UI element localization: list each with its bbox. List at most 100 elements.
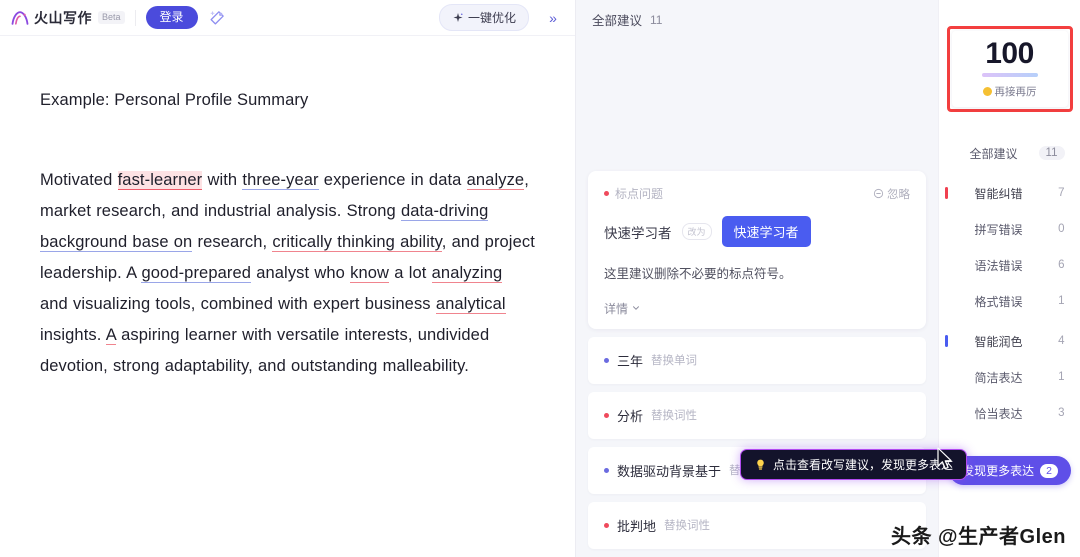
score-subtitle: 再接再厉 [994, 86, 1037, 98]
doc-text-run: Motivated [40, 170, 118, 189]
category-row[interactable]: 简洁表达 1 [939, 364, 1080, 390]
editor-toolbar: 火山写作 Beta 登录 一键优化 » [0, 0, 575, 36]
discover-more-button[interactable]: 发现更多表达 2 [949, 456, 1071, 485]
suggestion-row[interactable]: 分析 替换词性 [588, 391, 926, 439]
volcano-logo-icon [11, 10, 29, 25]
doc-text-run: a lot [389, 263, 432, 282]
category-row[interactable]: 智能润色 4 [939, 328, 1080, 354]
score-value: 100 [985, 37, 1034, 70]
app-root: 火山写作 Beta 登录 一键优化 » Example: Personal Pr… [0, 0, 1080, 557]
suggestion-row-tag: 替换单词 [651, 355, 698, 368]
suggestion-row[interactable]: 三年 替换单词 [588, 336, 926, 384]
hint-tooltip: 点击查看改写建议，发现更多表达 [740, 449, 968, 480]
hint-tooltip-text: 点击查看改写建议，发现更多表达 [773, 458, 954, 472]
card-details-label: 详情 [604, 301, 629, 316]
doc-text-run: research, [192, 232, 273, 251]
replace-arrow-badge: 改为 [681, 223, 712, 240]
category-label: 智能纠错 [974, 186, 1023, 201]
category-count: 3 [1058, 407, 1065, 419]
suggestions-header-label: 全部建议 [592, 14, 643, 28]
document-paragraph[interactable]: Motivated fast-learner with three-year e… [40, 165, 535, 382]
original-text: 快速学习者 [604, 225, 672, 241]
watermark: 头条 @生产者Glen [890, 526, 1066, 548]
doc-marked-error[interactable]: analyze [466, 170, 525, 190]
doc-text-run: insights. [40, 325, 106, 344]
category-row[interactable]: 格式错误 1 [939, 288, 1080, 314]
ignore-button[interactable]: 忽略 [873, 186, 910, 202]
minus-circle-icon [873, 188, 884, 199]
suggestion-row-word: 数据驱动背景基于 [617, 463, 722, 479]
error-dot-icon [604, 522, 609, 528]
collapse-panel-button[interactable]: » [541, 6, 565, 30]
one-click-optimize-button[interactable]: 一键优化 [438, 4, 529, 31]
magic-wand-icon[interactable] [206, 6, 230, 30]
error-dot-icon [604, 412, 609, 418]
doc-marked-error[interactable]: analyzing [431, 263, 503, 283]
toolbar-divider [134, 9, 136, 26]
category-label: 语法错误 [974, 258, 1023, 273]
doc-marked-polish[interactable]: three-year [242, 170, 319, 190]
suggestion-row[interactable]: 批判地 替换词性 [588, 501, 926, 549]
category-marker-red [944, 187, 948, 199]
suggestion-row-word: 分析 [617, 408, 644, 424]
document-body[interactable]: Example: Personal Profile Summary Motiva… [0, 36, 575, 557]
category-count: 11 [1038, 146, 1065, 160]
card-replacement-row: 快速学习者 改为 快速学习者 [604, 216, 910, 247]
magic-wand-glyph [210, 11, 224, 25]
chevron-down-icon [633, 306, 639, 310]
doc-text-run: and visualizing tools, combined with exp… [40, 294, 436, 313]
ignore-label: 忽略 [887, 188, 910, 201]
category-count: 1 [1058, 295, 1065, 307]
smiley-face-icon [982, 87, 992, 96]
category-count: 4 [1058, 335, 1065, 347]
score-card: 100 再接再厉 [951, 31, 1068, 107]
doc-marked-polish[interactable]: good-prepared [141, 263, 252, 283]
suggestion-row-word: 批判地 [617, 518, 657, 534]
doc-marked-error-highlight[interactable]: fast-learner [117, 170, 203, 190]
apply-replacement-button[interactable]: 快速学习者 [721, 216, 811, 247]
category-count: 6 [1058, 259, 1065, 271]
category-label: 全部建议 [969, 146, 1018, 161]
editor-pane: 火山写作 Beta 登录 一键优化 » Example: Personal Pr… [0, 0, 576, 557]
category-label: 智能润色 [974, 334, 1023, 349]
category-count: 7 [1058, 187, 1065, 199]
card-details-toggle[interactable]: 详情 [604, 300, 910, 317]
score-subtitle-row: 再接再厉 [982, 84, 1037, 99]
category-row[interactable]: 恰当表达 3 [939, 400, 1080, 426]
category-row[interactable]: 智能纠错 7 [939, 180, 1080, 206]
document-title: Example: Personal Profile Summary [40, 91, 309, 109]
app-logo-text: 火山写作 [34, 9, 92, 26]
discover-more-count: 2 [1040, 463, 1058, 478]
beta-badge: Beta [98, 10, 125, 25]
category-row[interactable]: 全部建议 11 [939, 140, 1080, 166]
category-row[interactable]: 拼写错误 0 [939, 216, 1080, 242]
polish-dot-icon [604, 467, 609, 473]
score-underline-decoration [981, 73, 1038, 77]
doc-text-run: analyst who [251, 263, 351, 282]
category-marker-blue [944, 335, 948, 347]
card-header: 标点问题 忽略 [604, 185, 910, 202]
doc-marked-error[interactable]: critically thinking ability [272, 232, 442, 252]
suggestion-row-tag: 替换词性 [651, 410, 698, 423]
category-count: 0 [1058, 223, 1065, 235]
lightbulb-icon [757, 459, 764, 470]
optimize-label: 一键优化 [467, 11, 516, 25]
sparkle-icon [453, 12, 463, 22]
suggestion-card-active[interactable]: 标点问题 忽略 快速学习者 改为 快速学习者 这里建议删除不必要的标点符号。 详… [588, 171, 926, 329]
doc-marked-error[interactable]: A [105, 325, 116, 345]
login-button[interactable]: 登录 [145, 6, 198, 29]
category-row[interactable]: 语法错误 6 [939, 252, 1080, 278]
doc-marked-error[interactable]: know [350, 263, 390, 283]
category-list: 全部建议 11 智能纠错 7 拼写错误 0 语法错误 6 格式错误 1 智能润色 4 简洁表达 1 恰当表达… [939, 140, 1080, 426]
score-highlight-box: 100 再接再厉 [946, 26, 1073, 112]
category-label: 格式错误 [974, 294, 1023, 309]
app-logo[interactable]: 火山写作 Beta [10, 8, 125, 28]
polish-dot-icon [604, 357, 609, 363]
card-type: 标点问题 [604, 185, 663, 202]
suggestion-row-tag: 替换词性 [664, 520, 711, 533]
doc-marked-error[interactable]: analytical [435, 294, 506, 314]
suggestions-header-count: 11 [650, 12, 663, 27]
card-description: 这里建议删除不必要的标点符号。 [604, 267, 792, 281]
category-label: 简洁表达 [974, 370, 1023, 385]
suggestion-rows: 三年替换单词分析替换词性数据驱动背景基于替换词性批判地替换词性 [588, 329, 926, 549]
